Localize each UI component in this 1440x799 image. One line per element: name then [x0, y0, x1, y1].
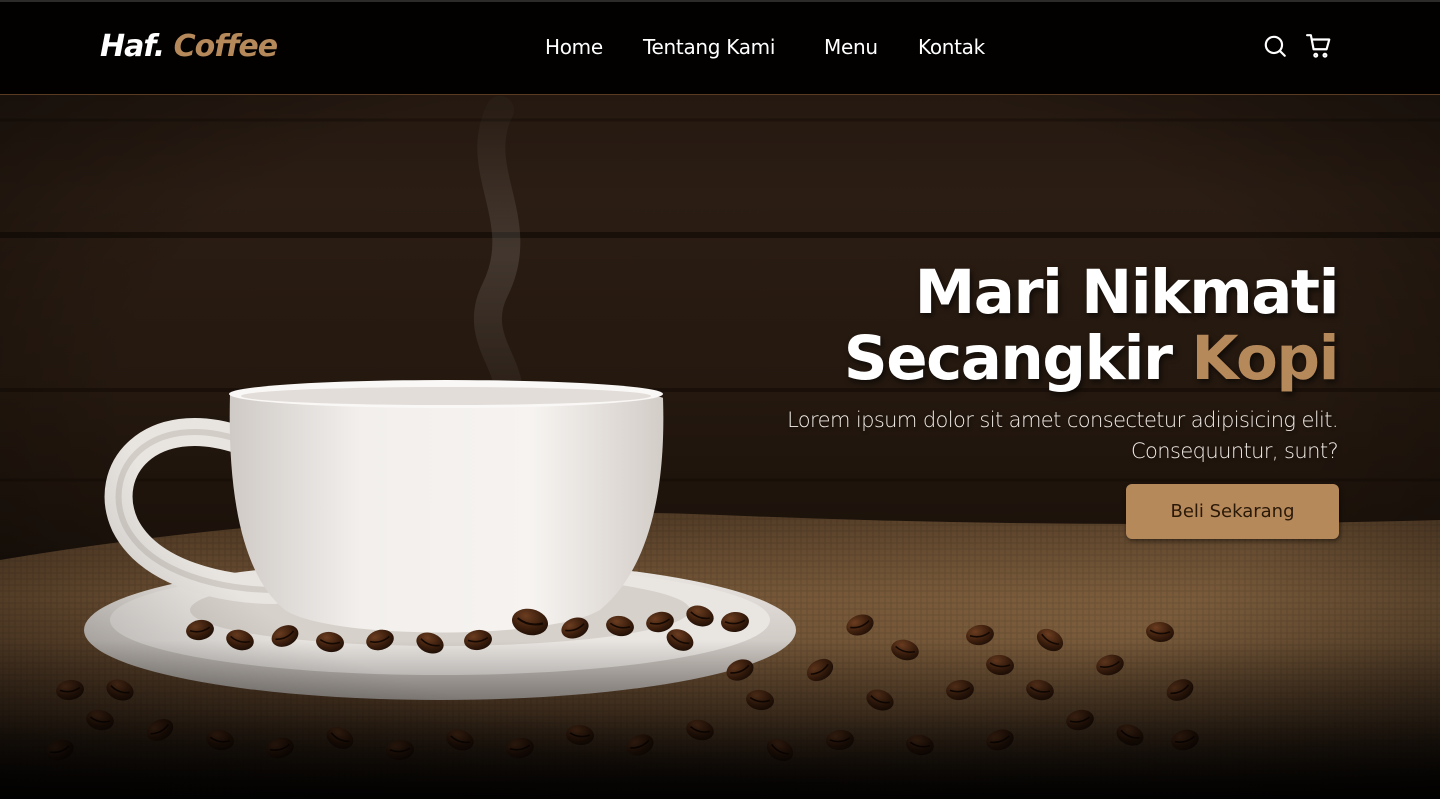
- hero-background-image: [0, 0, 1440, 799]
- hero-subtitle: Lorem ipsum dolor sit amet consectetur a…: [698, 405, 1339, 467]
- hero-subtitle-line2: Consequuntur, sunt?: [1130, 439, 1339, 463]
- nav-link-menu[interactable]: Menu: [824, 32, 878, 62]
- hero-headline-main: Secangkir: [843, 323, 1173, 394]
- navbar: Haf. Coffee Home Tentang Kami Menu Konta…: [0, 0, 1440, 95]
- brand-primary: Haf.: [100, 29, 165, 64]
- hero-headline-line1: Mari Nikmati: [914, 257, 1340, 328]
- nav-link-tentang-kami[interactable]: Tentang Kami: [643, 32, 775, 62]
- buy-now-button[interactable]: Beli Sekarang: [1126, 484, 1339, 539]
- nav-link-kontak[interactable]: Kontak: [918, 32, 985, 62]
- hero-headline-line2: Secangkir Kopi: [578, 323, 1340, 394]
- hero-headline-accent: Kopi: [1191, 323, 1339, 394]
- shopping-cart-icon[interactable]: [1306, 33, 1332, 59]
- brand-logo[interactable]: Haf. Coffee: [100, 29, 278, 65]
- hero-subtitle-line1: Lorem ipsum dolor sit amet consectetur a…: [787, 408, 1339, 432]
- nav-link-home[interactable]: Home: [545, 32, 603, 62]
- page: Haf. Coffee Home Tentang Kami Menu Konta…: [0, 0, 1440, 799]
- hero-headline: Mari Nikmati Secangkir Kopi: [578, 257, 1340, 394]
- search-icon[interactable]: [1262, 33, 1288, 59]
- brand-accent: Coffee: [173, 29, 278, 64]
